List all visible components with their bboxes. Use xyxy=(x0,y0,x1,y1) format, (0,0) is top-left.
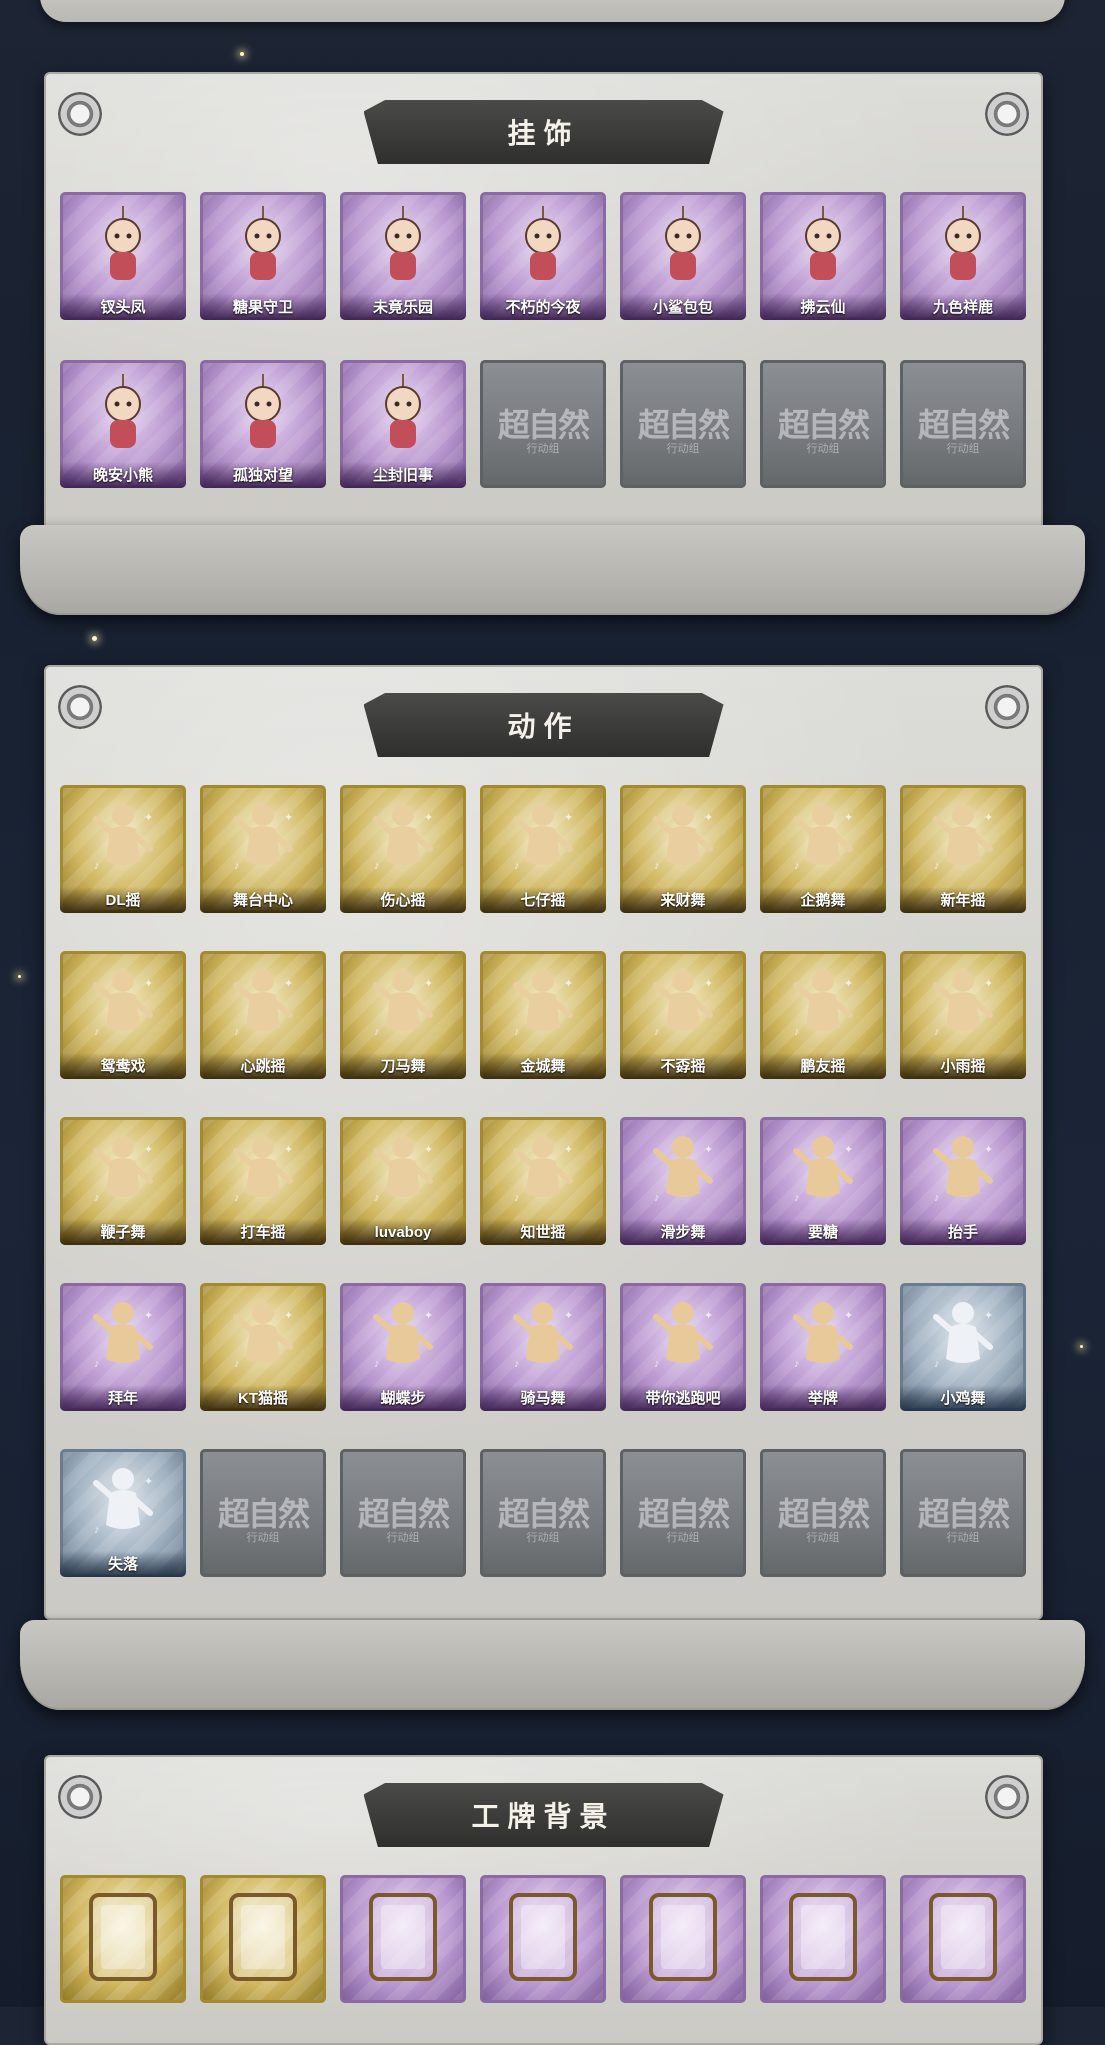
corner-ornament-icon xyxy=(985,1775,1029,1819)
section-title: 工牌背景 xyxy=(471,1801,616,1832)
badge-card[interactable] xyxy=(200,1875,326,2003)
orange-frame-icon xyxy=(785,1889,861,1990)
golden-glow-frame-icon xyxy=(505,1889,581,1990)
lavender-frame-icon xyxy=(645,1889,721,1990)
badge-card[interactable] xyxy=(340,1875,466,2003)
badge-card[interactable] xyxy=(620,1875,746,2003)
badges-panel: 工牌背景 xyxy=(0,0,1105,2045)
badge-card[interactable] xyxy=(480,1875,606,2003)
section-banner: 工牌背景 xyxy=(363,1783,724,1847)
dark-red-frame-icon xyxy=(85,1889,161,1990)
ice-blue-frame-icon xyxy=(225,1889,301,1990)
badges-grid xyxy=(60,1875,1026,2003)
corner-ornament-icon xyxy=(58,1775,102,1819)
rust-frame-icon xyxy=(365,1889,441,1990)
badge-card[interactable] xyxy=(60,1875,186,2003)
gold-card-frame-icon xyxy=(925,1889,1001,1990)
badge-card[interactable] xyxy=(900,1875,1026,2003)
badge-card[interactable] xyxy=(760,1875,886,2003)
